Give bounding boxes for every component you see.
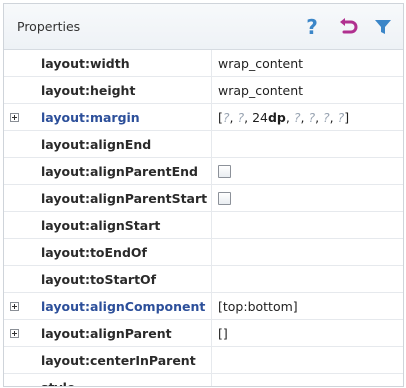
properties-table: layout:width wrap_content layout:height … [4, 50, 403, 386]
property-name: layout:alignParentStart [24, 185, 212, 211]
properties-panel: Properties ? layout:width wrap_content l… [3, 3, 404, 387]
property-value[interactable] [212, 266, 403, 292]
expand-icon[interactable] [9, 328, 19, 338]
property-name: layout:margin [24, 104, 212, 130]
property-row-layout-alignparent[interactable]: layout:alignParent [] [4, 320, 403, 347]
property-row-layout-tostartof[interactable]: layout:toStartOf [4, 266, 403, 293]
property-value[interactable]: wrap_content [212, 77, 403, 103]
property-row-layout-alignstart[interactable]: layout:alignStart [4, 212, 403, 239]
property-row-layout-alignend[interactable]: layout:alignEnd [4, 131, 403, 158]
property-value[interactable]: [top:bottom] [212, 293, 403, 319]
property-row-layout-centerinparent[interactable]: layout:centerInParent [4, 347, 403, 374]
property-name: layout:alignStart [24, 212, 212, 238]
property-name: style [24, 374, 212, 386]
property-value[interactable] [212, 374, 403, 386]
property-row-layout-alignparentend[interactable]: layout:alignParentEnd [4, 158, 403, 185]
property-name: layout:alignEnd [24, 131, 212, 157]
property-row-layout-aligncomponent[interactable]: layout:alignComponent [top:bottom] [4, 293, 403, 320]
property-name: layout:alignParent [24, 320, 212, 346]
property-row-layout-toendof[interactable]: layout:toEndOf [4, 239, 403, 266]
property-name: layout:height [24, 77, 212, 103]
property-name: layout:centerInParent [24, 347, 212, 373]
property-value[interactable]: wrap_content [212, 50, 403, 76]
properties-header: Properties ? [4, 4, 403, 50]
property-name: layout:toStartOf [24, 266, 212, 292]
property-value[interactable] [212, 131, 403, 157]
panel-title: Properties [17, 19, 81, 34]
property-row-layout-margin[interactable]: layout:margin [?, ?, 24 dp, ?, ?, ?, ?] [4, 104, 403, 131]
property-name: layout:toEndOf [24, 239, 212, 265]
property-row-layout-alignparentstart[interactable]: layout:alignParentStart [4, 185, 403, 212]
property-value [212, 158, 403, 184]
property-value [212, 185, 403, 211]
expand-icon[interactable] [9, 112, 19, 122]
property-name: layout:alignComponent [24, 293, 212, 319]
property-name: layout:alignParentEnd [24, 158, 212, 184]
align-parent-start-checkbox[interactable] [218, 191, 231, 205]
property-value[interactable] [212, 347, 403, 373]
property-value[interactable] [212, 239, 403, 265]
property-value[interactable]: [?, ?, 24 dp, ?, ?, ?, ?] [212, 104, 403, 130]
align-parent-end-checkbox[interactable] [218, 164, 231, 178]
property-name: layout:width [24, 50, 212, 76]
property-row-layout-width[interactable]: layout:width wrap_content [4, 50, 403, 77]
expand-icon[interactable] [9, 301, 19, 311]
property-row-layout-height[interactable]: layout:height wrap_content [4, 77, 403, 104]
undo-icon[interactable] [337, 17, 361, 37]
filter-icon[interactable] [373, 18, 393, 36]
help-icon[interactable]: ? [301, 15, 323, 39]
property-row-style[interactable]: style [4, 374, 403, 386]
property-value[interactable] [212, 212, 403, 238]
property-value[interactable]: [] [212, 320, 403, 346]
